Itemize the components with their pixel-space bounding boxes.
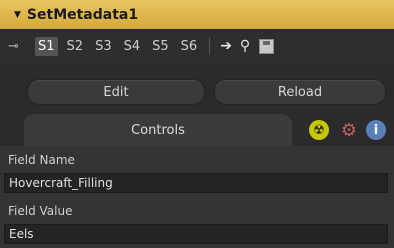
slot-s2[interactable]: S2 [64, 37, 87, 56]
pin-icon[interactable]: ⊸ [8, 39, 32, 54]
eyedropper-icon[interactable]: ⚲ [240, 38, 250, 54]
slot-s1[interactable]: S1 [35, 36, 58, 56]
field-value-input[interactable]: Eels [4, 224, 388, 244]
toolbar-separator [209, 37, 211, 55]
slot-s5[interactable]: S5 [149, 37, 172, 56]
info-icon[interactable]: i [366, 120, 386, 140]
tab-controls[interactable]: Controls [24, 114, 292, 146]
slot-s6[interactable]: S6 [178, 37, 201, 56]
controls-panel: Field Name Hovercraft_Filling Field Valu… [0, 146, 394, 248]
edit-button[interactable]: Edit [27, 79, 205, 105]
toolbar: ⊸ S1 S2 S3 S4 S5 S6 ➔ ⚲ [0, 29, 394, 63]
field-name-input[interactable]: Hovercraft_Filling [4, 173, 388, 193]
save-icon[interactable] [259, 38, 275, 54]
arrow-icon[interactable]: ➔ [220, 38, 232, 54]
slot-s4[interactable]: S4 [121, 37, 144, 56]
collapse-triangle-icon[interactable]: ▼ [14, 10, 21, 20]
gear-icon[interactable]: ⚙ [339, 120, 359, 141]
node-title: SetMetadata1 [26, 6, 139, 23]
field-name-label: Field Name [8, 153, 75, 167]
field-value-label: Field Value [8, 204, 73, 218]
node-header[interactable]: ▼ SetMetadata1 [0, 0, 394, 29]
reload-button[interactable]: Reload [214, 79, 386, 105]
tab-bar: Controls ☢ ⚙ i [0, 114, 394, 146]
button-row: Edit Reload [0, 79, 394, 105]
radioactive-icon[interactable]: ☢ [309, 120, 329, 140]
slot-s3[interactable]: S3 [92, 37, 115, 56]
